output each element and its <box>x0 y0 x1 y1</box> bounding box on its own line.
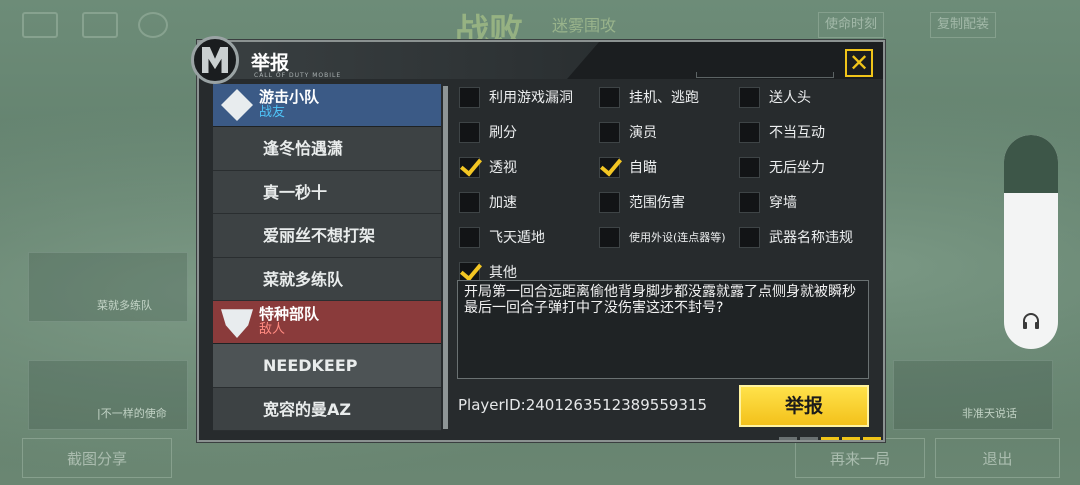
stats-icon <box>22 12 58 38</box>
team-name: 游击小队 <box>259 88 320 107</box>
reason-checkbox[interactable]: 演员 <box>599 119 657 145</box>
close-icon: ✕ <box>848 49 870 77</box>
report-dialog: 举报 CALL OF DUTY MOBILE ✕ 游击小队 战友 逢冬恰遇潇 真… <box>191 36 885 442</box>
dialog-title: 举报 <box>251 52 290 74</box>
player-row[interactable]: 爱丽丝不想打架 <box>213 214 441 258</box>
voice-volume-slider[interactable] <box>1004 135 1058 349</box>
checkbox[interactable] <box>739 191 760 213</box>
player-card: 菜就多练队 <box>28 252 188 322</box>
player-row[interactable]: NEEDKEEP <box>213 344 441 388</box>
codm-logo-icon <box>191 36 239 84</box>
share-screenshot-button[interactable]: 截图分享 <box>22 438 172 478</box>
highlight-button[interactable]: 使命时刻 <box>818 12 885 38</box>
checkbox[interactable] <box>739 121 760 143</box>
checkbox-checked[interactable] <box>459 156 480 178</box>
checkbox[interactable] <box>459 191 480 213</box>
player-list: 游击小队 战友 逢冬恰遇潇 真一秒十 爱丽丝不想打架 菜就多练队 特种部队 敌人… <box>213 84 441 431</box>
checkbox[interactable] <box>459 121 480 143</box>
header-decoration <box>696 72 834 78</box>
checkbox[interactable] <box>459 86 480 108</box>
reason-checkbox[interactable]: 不当互动 <box>739 119 825 145</box>
copy-loadout-button[interactable]: 复制配装 <box>930 12 997 38</box>
checkbox[interactable] <box>599 121 620 143</box>
match-mode: 迷雾围攻 <box>552 16 617 35</box>
team-role: 战友 <box>259 105 286 121</box>
reason-checkbox[interactable]: 武器名称违规 <box>739 224 853 250</box>
player-id: PlayerID:2401263512389559315 <box>458 396 708 414</box>
badge-icon <box>138 12 168 38</box>
volume-fill <box>1004 135 1058 193</box>
reason-checkbox[interactable]: 自瞄 <box>599 154 657 180</box>
special-forces-emblem-icon <box>221 309 253 338</box>
player-row[interactable]: 真一秒十 <box>213 170 441 214</box>
reason-checkbox[interactable]: 挂机、逃跑 <box>599 84 699 110</box>
checkbox[interactable] <box>599 86 620 108</box>
player-row[interactable]: 逢冬恰遇潇 <box>213 127 441 171</box>
reason-checkbox[interactable]: 飞天遁地 <box>459 224 545 250</box>
checkbox[interactable] <box>599 226 620 248</box>
reason-checkbox[interactable]: 穿墙 <box>739 189 797 215</box>
play-again-button[interactable]: 再来一局 <box>795 438 925 478</box>
reason-checkbox[interactable]: 透视 <box>459 154 517 180</box>
checkbox[interactable] <box>459 226 480 248</box>
reason-checkbox[interactable]: 使用外设(连点器等) <box>599 224 726 250</box>
team-role: 敌人 <box>259 322 286 338</box>
reason-checkbox[interactable]: 送人头 <box>739 84 811 110</box>
team-header-enemy: 特种部队 敌人 <box>213 301 441 344</box>
checkbox-checked[interactable] <box>599 156 620 178</box>
team-name: 特种部队 <box>259 305 320 324</box>
report-description-input[interactable]: 开局第一回合远距离偷他背身脚步都没露就露了点侧身就被瞬秒最后一回合子弹打中了没伤… <box>457 280 869 379</box>
page-indicator <box>779 437 881 440</box>
player-row[interactable]: 宽容的曼AZ <box>213 387 441 431</box>
checkbox[interactable] <box>739 156 760 178</box>
dialog-subtitle: CALL OF DUTY MOBILE <box>254 72 342 79</box>
player-row[interactable]: 菜就多练队 <box>213 257 441 301</box>
scoreboard-icon <box>82 12 118 38</box>
player-card: 非准天说话 <box>893 360 1053 430</box>
list-scrollbar[interactable] <box>443 86 448 429</box>
reason-checkbox[interactable]: 范围伤害 <box>599 189 685 215</box>
headset-icon <box>1023 313 1039 329</box>
reason-checkbox[interactable]: 刷分 <box>459 119 517 145</box>
player-card: |不一样的使命 <box>28 360 188 430</box>
reason-checkbox[interactable]: 加速 <box>459 189 517 215</box>
reason-checkbox[interactable]: 利用游戏漏洞 <box>459 84 573 110</box>
team-header-friendly: 游击小队 战友 <box>213 84 441 127</box>
checkbox[interactable] <box>739 226 760 248</box>
submit-report-button[interactable]: 举报 <box>739 385 869 427</box>
checkbox[interactable] <box>739 86 760 108</box>
checkbox[interactable] <box>599 191 620 213</box>
exit-button[interactable]: 退出 <box>935 438 1060 478</box>
reason-checkbox[interactable]: 无后坐力 <box>739 154 825 180</box>
guerrilla-emblem-icon <box>221 89 253 121</box>
close-button[interactable]: ✕ <box>845 49 873 77</box>
